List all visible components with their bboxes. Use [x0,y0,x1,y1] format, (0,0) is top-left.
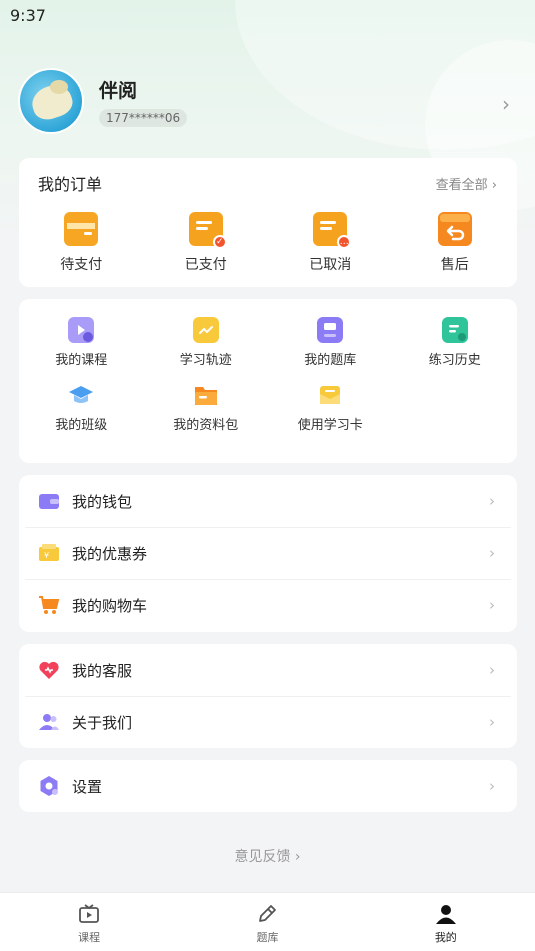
course-play-icon [68,317,95,343]
pencil-icon [259,905,277,922]
chevron-right-icon: › [489,713,495,731]
chevron-right-icon: › [489,544,495,562]
bottom-tab-bar: 课程 题库 我的 [0,892,535,951]
profile-header[interactable]: 伴阅 177******06 › [18,68,518,134]
cart-icon [38,594,60,616]
orders-card: 我的订单 查看全部 › 待支付 ✓ 已支付 … 已取消 售后 [19,158,517,287]
tool-label: 我的班级 [55,418,108,433]
person-icon [435,905,456,924]
list-item-wallet[interactable]: 我的钱包 › [19,475,517,527]
order-label: 已支付 [184,257,227,273]
order-after-sales[interactable]: 售后 [393,212,518,274]
list-item-label: 关于我们 [72,713,133,732]
chevron-right-icon: › [489,661,495,679]
list-item-settings[interactable]: 设置 › [19,760,517,812]
order-cancelled[interactable]: … 已取消 [268,212,393,274]
profile-name: 伴阅 [99,79,138,102]
list-item-label: 我的优惠券 [72,544,148,563]
list-item-label: 我的购物车 [72,596,148,615]
service-list-card: 我的客服 › 关于我们 › [19,644,517,748]
tab-label: 课程 [78,931,101,944]
chevron-right-icon[interactable]: › [502,92,510,116]
tab-courses[interactable]: 课程 [0,893,178,951]
graduation-cap-icon [68,382,94,408]
tab-label: 题库 [256,931,279,944]
tool-question-bank[interactable]: 我的题库 [268,317,393,368]
practice-history-icon [441,317,468,343]
settings-card: 设置 › [19,760,517,812]
tool-materials[interactable]: 我的资料包 [144,382,269,433]
profile-phone: 177******06 [99,108,188,127]
tab-label: 我的 [434,931,457,944]
svg-text:¥: ¥ [44,551,49,560]
tv-play-icon [79,904,100,923]
chevron-right-icon: › [489,777,495,795]
tool-learning-track[interactable]: 学习轨迹 [144,317,269,368]
list-item-label: 我的客服 [72,661,133,680]
tool-label: 我的题库 [304,353,357,368]
list-item-coupons[interactable]: ¥ 我的优惠券 › [19,527,517,579]
chevron-right-icon: › [489,492,495,510]
tool-label: 我的资料包 [173,418,239,433]
question-bank-icon [317,317,344,343]
order-label: 售后 [440,257,469,273]
status-bar-time: 9:37 [10,6,46,25]
receipt-cancel-icon: … [313,212,352,249]
tool-study-card[interactable]: 使用学习卡 [268,382,393,433]
list-item-about-us[interactable]: 关于我们 › [19,696,517,748]
tab-mine[interactable]: 我的 [357,893,535,951]
wallet-icon [38,490,60,512]
view-all-orders-link[interactable]: 查看全部 › [436,174,497,193]
coupon-icon: ¥ [38,542,60,564]
list-item-label: 设置 [72,777,103,796]
list-item-customer-service[interactable]: 我的客服 › [19,644,517,696]
wallet-list-card: 我的钱包 › ¥ 我的优惠券 › 我的购物车 › [19,475,517,632]
feedback-link[interactable]: 意见反馈 › [0,846,535,866]
study-card-icon [317,382,343,408]
tab-question-bank[interactable]: 题库 [178,893,356,951]
learning-track-icon [192,317,219,343]
people-icon [38,711,60,733]
order-paid[interactable]: ✓ 已支付 [144,212,269,274]
chevron-right-icon: › [489,596,495,614]
order-pending-payment[interactable]: 待支付 [19,212,144,274]
tool-label: 练习历史 [428,353,481,368]
tool-my-courses[interactable]: 我的课程 [19,317,144,368]
heart-icon [38,659,60,681]
orders-title: 我的订单 [38,175,103,194]
tool-label: 我的课程 [55,353,108,368]
tool-practice-history[interactable]: 练习历史 [393,317,518,368]
avatar[interactable] [18,68,84,134]
list-item-cart[interactable]: 我的购物车 › [19,579,517,631]
wallet-card-icon [64,212,99,246]
folder-icon [193,382,219,408]
return-box-icon [437,212,472,246]
tool-label: 学习轨迹 [179,353,232,368]
tools-card: 我的课程 学习轨迹 我的题库 练习历史 我的班级 我的资料包 使用学习卡 [19,299,517,463]
order-label: 待支付 [60,257,103,273]
order-label: 已取消 [309,257,352,273]
settings-icon [38,775,60,797]
receipt-check-icon: ✓ [188,212,227,249]
list-item-label: 我的钱包 [72,492,133,511]
tool-my-class[interactable]: 我的班级 [19,382,144,433]
tool-label: 使用学习卡 [297,418,363,433]
